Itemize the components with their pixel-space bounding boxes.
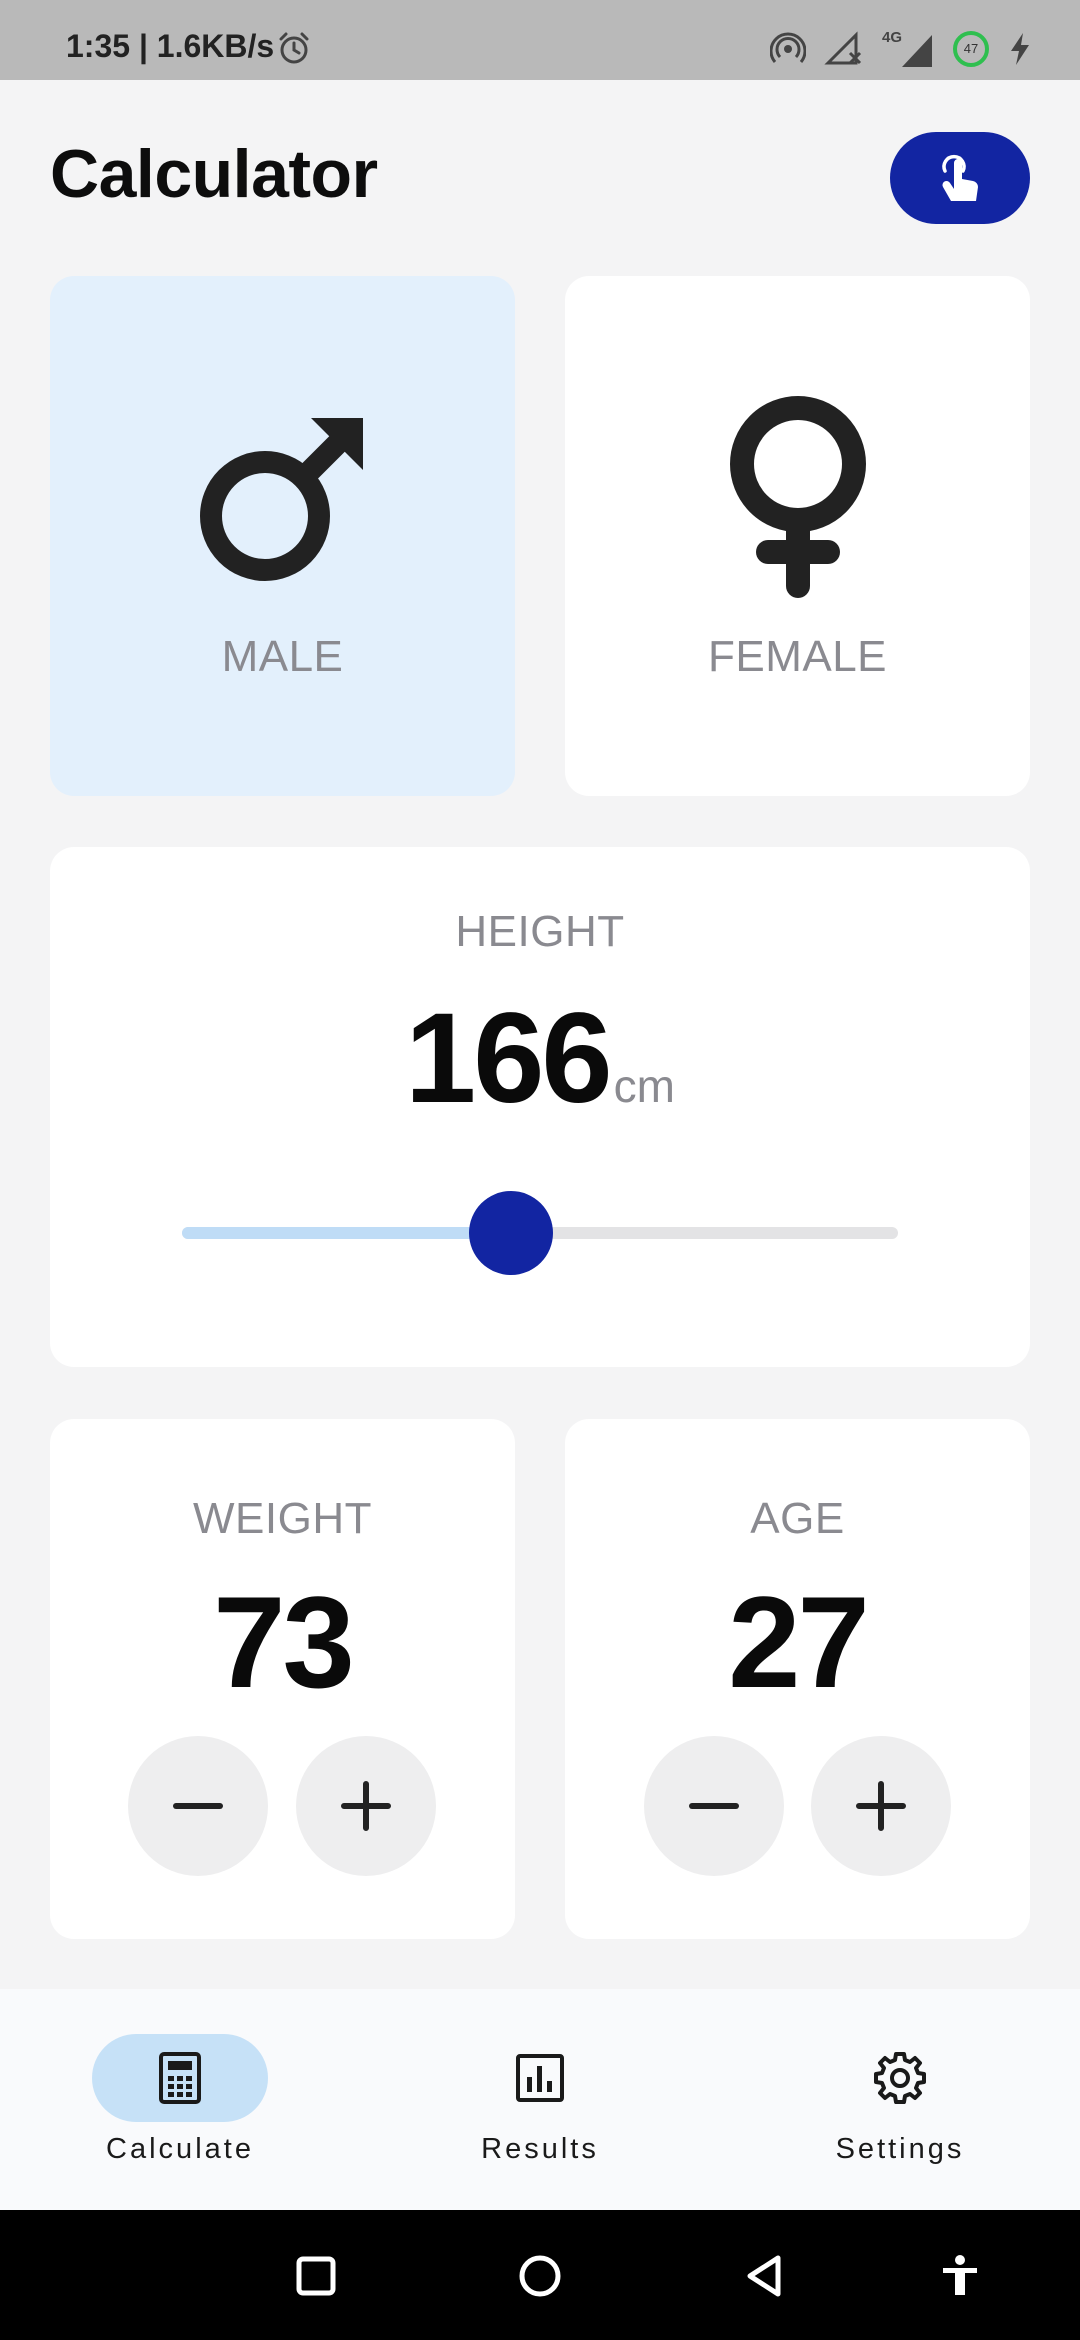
nav-item-results[interactable]: Results: [390, 1989, 690, 2210]
gear-icon: [874, 2052, 926, 2104]
female-label: FEMALE: [707, 632, 888, 681]
weight-label: WEIGHT: [193, 1494, 372, 1543]
minus-icon: [689, 1803, 739, 1809]
home-icon[interactable]: [517, 2253, 563, 2299]
height-display: 166cm: [0, 985, 1080, 1132]
touch-gesture-icon: [942, 154, 979, 201]
no-signal-icon: [824, 31, 862, 65]
nav-label-settings: Settings: [835, 2133, 965, 2165]
female-card[interactable]: FEMALE: [565, 276, 1030, 796]
charging-icon: [1011, 33, 1029, 65]
nav-item-settings[interactable]: Settings: [750, 1989, 1050, 2210]
status-bar: 1:35 | 1.6KB/s 4G 47: [0, 0, 1080, 80]
weight-decrement-button[interactable]: [128, 1736, 268, 1876]
age-increment-button[interactable]: [811, 1736, 951, 1876]
height-unit: cm: [613, 1060, 675, 1112]
height-value: 166: [405, 987, 613, 1130]
alarm-icon: [279, 32, 309, 64]
bar-chart-icon: [516, 2054, 564, 2102]
female-symbol-icon: [729, 396, 866, 598]
nav-active-indicator: [92, 2034, 268, 2122]
nav-label-calculate: Calculate: [106, 2133, 254, 2165]
age-decrement-button[interactable]: [644, 1736, 784, 1876]
status-time: 1:35 | 1.6KB/s: [66, 28, 275, 64]
bottom-navigation: Calculate Results Settings: [0, 1989, 1080, 2210]
recent-apps-icon[interactable]: [293, 2253, 339, 2299]
plus-icon: [856, 1781, 906, 1831]
age-value: 27: [728, 1569, 870, 1715]
signal-4g: 4G: [882, 29, 934, 69]
plus-icon: [341, 1781, 391, 1831]
page-title: Calculator: [50, 136, 378, 212]
height-label: HEIGHT: [455, 907, 625, 956]
height-slider-thumb[interactable]: [469, 1191, 554, 1275]
age-card: AGE 27: [565, 1419, 1030, 1939]
weight-value: 73: [213, 1569, 355, 1715]
minus-icon: [173, 1803, 223, 1809]
calculator-icon: [159, 2052, 201, 2104]
nav-item-calculate[interactable]: Calculate: [30, 1989, 330, 2210]
battery-indicator: 47: [952, 30, 990, 68]
system-navigation-bar: [0, 2210, 1080, 2340]
weight-increment-button[interactable]: [296, 1736, 436, 1876]
cell-signal-icon: [902, 35, 932, 67]
weight-card: WEIGHT 73: [50, 1419, 515, 1939]
back-icon[interactable]: [742, 2253, 788, 2299]
male-label: MALE: [221, 632, 344, 681]
accessibility-icon[interactable]: [937, 2253, 983, 2299]
male-card[interactable]: MALE: [50, 276, 515, 796]
nav-icon-wrap: [812, 2034, 988, 2122]
nav-label-results: Results: [481, 2133, 599, 2165]
hotspot-icon: [770, 32, 806, 63]
nav-icon-wrap: [452, 2034, 628, 2122]
male-symbol-icon: [199, 418, 363, 581]
tap-action-button[interactable]: [890, 132, 1030, 224]
age-label: AGE: [750, 1494, 845, 1543]
battery-level: 47: [963, 41, 979, 56]
height-slider-fill: [182, 1227, 512, 1239]
